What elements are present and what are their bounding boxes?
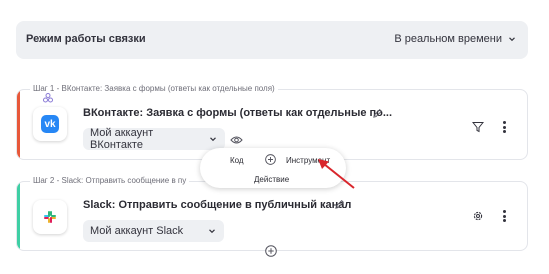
more-options-icon[interactable] — [502, 210, 506, 222]
chevron-down-icon — [210, 137, 216, 142]
add-code-option[interactable]: Код — [230, 156, 244, 165]
trigger-badge-icon — [41, 91, 55, 105]
step-card-2: Slack: Отправить сообщение в публичный к… — [16, 181, 528, 251]
plus-circle-icon[interactable] — [265, 154, 276, 165]
eye-icon[interactable] — [230, 135, 243, 145]
annotation-arrow-icon — [318, 159, 355, 189]
more-options-icon[interactable] — [502, 121, 506, 133]
mode-label: Режим работы связки — [26, 33, 146, 45]
account-select-value: Мой аккаунт Slack — [90, 225, 184, 237]
gear-icon[interactable] — [472, 210, 484, 222]
account-select[interactable]: Мой аккаунт ВКонтакте — [83, 127, 225, 151]
slack-app-icon — [33, 200, 67, 234]
filter-icon[interactable] — [472, 121, 484, 133]
vk-app-icon: vk — [33, 107, 67, 141]
mode-select-value: В реальном времени — [394, 33, 502, 45]
account-select-value: Мой аккаунт ВКонтакте — [90, 127, 154, 151]
step-title: Slack: Отправить сообщение в публичный к… — [83, 199, 352, 211]
edit-pencil-icon[interactable] — [372, 108, 383, 119]
mode-select[interactable]: В реальном времени — [394, 33, 516, 45]
step-title: ВКонтакте: Заявка с формы (ответы как от… — [83, 107, 393, 119]
vk-logo-icon: vk — [41, 115, 59, 133]
step-accent-bar — [17, 182, 20, 250]
chevron-down-icon — [209, 229, 215, 234]
slack-logo-icon — [44, 211, 56, 223]
account-select[interactable]: Мой аккаунт Slack — [83, 220, 224, 242]
edit-pencil-icon[interactable] — [334, 199, 345, 210]
step-caption: Шаг 1 - ВКонтакте: Заявка с формы (ответ… — [30, 84, 278, 93]
step-caption: Шаг 2 - Slack: Отправить сообщение в пу — [30, 176, 190, 185]
chevron-down-icon — [509, 37, 515, 42]
add-action-option[interactable]: Действие — [254, 175, 289, 184]
step-accent-bar — [17, 90, 20, 159]
mode-bar: Режим работы связки В реальном времени — [16, 21, 528, 59]
add-step-button[interactable] — [265, 245, 277, 257]
